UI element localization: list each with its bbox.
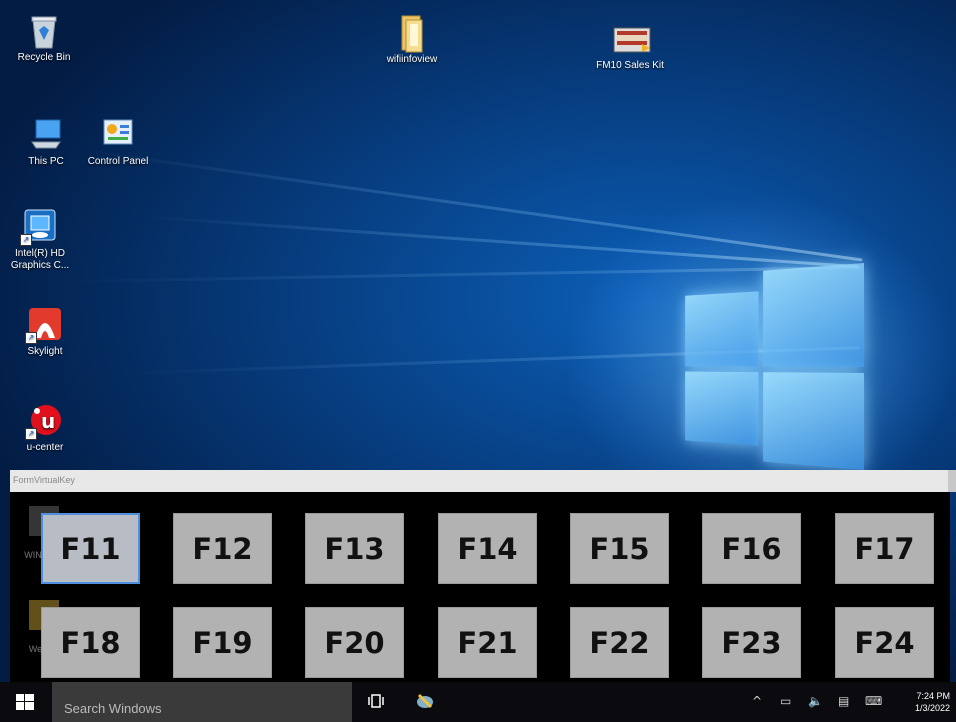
key-f22[interactable]: F22	[570, 607, 669, 678]
search-placeholder: Search Windows	[64, 701, 162, 716]
control-panel-icon	[100, 116, 136, 152]
desktop-icon-intel-graphics[interactable]: ↗ Intel(R) HD Graphics C...	[0, 208, 80, 272]
key-f16[interactable]: F16	[702, 513, 801, 584]
taskbar-clock[interactable]: 7:24 PM 1/3/2022	[915, 690, 950, 714]
key-f17[interactable]: F17	[835, 513, 934, 584]
virtual-key-title: FormVirtualKey	[13, 475, 75, 485]
folder-icon	[394, 14, 430, 53]
svg-text:u: u	[41, 409, 55, 433]
battery-icon[interactable]: ▭	[780, 694, 791, 708]
shortcut-arrow-icon: ↗	[25, 428, 37, 440]
key-f12[interactable]: F12	[173, 513, 272, 584]
start-button[interactable]	[10, 692, 40, 712]
windows-start-icon	[16, 694, 34, 710]
shortcut-arrow-icon: ↗	[25, 332, 37, 344]
key-f19[interactable]: F19	[173, 607, 272, 678]
keyboard-icon[interactable]: ⌨	[865, 694, 882, 708]
virtual-key-title-bar[interactable]: FormVirtualKey	[10, 470, 956, 492]
clock-date: 1/3/2022	[914, 703, 950, 713]
intel-graphics-icon: ↗	[20, 208, 58, 246]
pinned-app-icon[interactable]	[414, 691, 436, 715]
desktop-icon-skylight[interactable]: ↗ Skylight	[5, 306, 85, 358]
wallpaper-beam	[139, 215, 859, 269]
desktop-icon-recycle-bin[interactable]: Recycle Bin	[4, 12, 84, 64]
desktop-icon-u-center[interactable]: u ↗ u-center	[5, 402, 85, 454]
computer-icon	[28, 116, 64, 152]
recycle-bin-icon	[26, 12, 62, 49]
key-f18[interactable]: F18	[41, 607, 140, 678]
taskbar-search-box[interactable]: Search Windows	[52, 682, 352, 722]
desktop-icon-fm10-sales-kit[interactable]: FM10 Sales Kit	[590, 26, 670, 72]
shortcut-arrow-icon: ↗	[20, 234, 32, 246]
volume-icon[interactable]: 🔈	[808, 694, 823, 708]
action-center-icon[interactable]: ▤	[838, 694, 849, 708]
clock-time: 7:24 PM	[916, 691, 950, 701]
desktop-icon-this-pc[interactable]: This PC	[6, 116, 86, 168]
key-f24[interactable]: F24	[835, 607, 934, 678]
key-f20[interactable]: F20	[305, 607, 404, 678]
skylight-icon: ↗	[25, 306, 63, 344]
key-f14[interactable]: F14	[438, 513, 537, 584]
taskbar: Search Windows ^ ▭ 🔈 ▤ ⌨ 7:24 PM 1/3/202…	[0, 682, 956, 722]
virtual-key-panel: WIN-Ca... WeeGo F11 F12 F13 F14 F15 F16 …	[10, 492, 950, 682]
key-f23[interactable]: F23	[702, 607, 801, 678]
u-center-icon: u ↗	[25, 402, 63, 440]
key-f13[interactable]: F13	[305, 513, 404, 584]
wallpaper-beam	[89, 150, 863, 262]
desktop-icon-wifiinfoview[interactable]: wifiinfoview	[372, 14, 452, 66]
key-f15[interactable]: F15	[570, 513, 669, 584]
task-view-icon[interactable]	[368, 694, 384, 712]
windows-logo-light	[685, 255, 864, 470]
show-hidden-icons-chevron-icon[interactable]: ^	[752, 694, 762, 708]
video-file-icon	[612, 26, 651, 56]
key-f21[interactable]: F21	[438, 607, 537, 678]
key-f11[interactable]: F11	[41, 513, 140, 584]
desktop-icon-control-panel[interactable]: Control Panel	[78, 116, 158, 168]
